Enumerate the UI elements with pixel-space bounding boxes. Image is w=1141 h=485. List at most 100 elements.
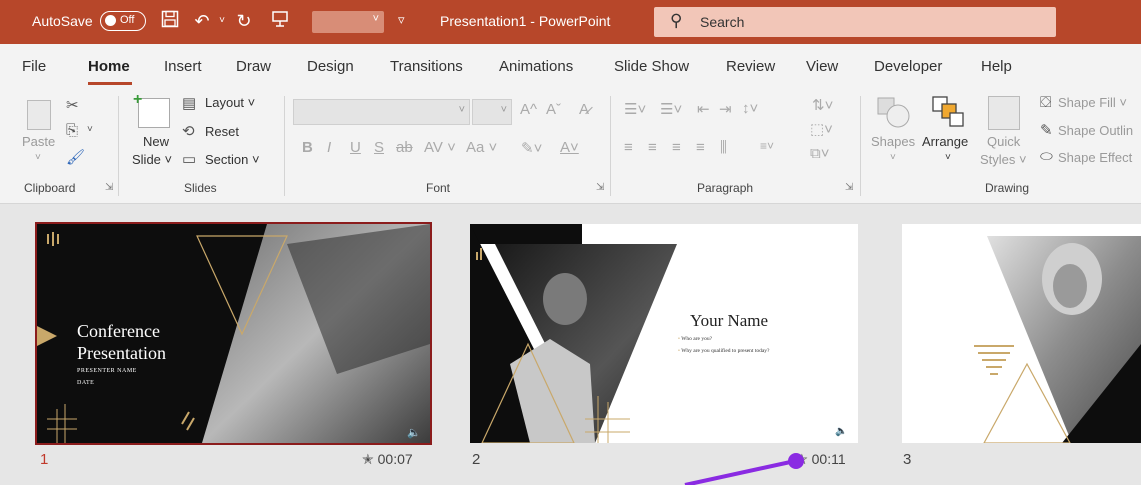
tab-help[interactable]: Help bbox=[981, 58, 1012, 75]
cut-icon[interactable]: ✂ bbox=[66, 96, 79, 114]
text-shadow-button[interactable]: S bbox=[374, 139, 384, 156]
ribbon-tabs: File Home Insert Draw Design Transitions… bbox=[0, 44, 1141, 88]
pen-icon: ✎ bbox=[1040, 122, 1053, 139]
slide-2-bullet-1: • Who are you? bbox=[678, 336, 712, 342]
toggle-state: Off bbox=[120, 14, 135, 26]
group-divider bbox=[860, 96, 861, 196]
shape-fill-label: Shape Fill ˅ bbox=[1058, 95, 1128, 110]
effects-icon: ⬭ bbox=[1040, 148, 1053, 165]
shrink-font-icon[interactable]: Aˇ bbox=[546, 101, 561, 118]
slide-thumbnail-1[interactable]: 🔈 Conference Presentation PRESENTER NAME… bbox=[35, 222, 432, 445]
chevron-down-icon: ˅ bbox=[500, 104, 507, 116]
align-left-icon[interactable]: ≡ bbox=[624, 139, 633, 156]
drawing-group-label: Drawing bbox=[985, 181, 1030, 195]
strikethrough-button[interactable]: ab bbox=[396, 139, 413, 156]
reset-label: Reset bbox=[205, 124, 239, 139]
smartart-icon[interactable]: ⧉˅ bbox=[810, 145, 829, 162]
bold-button[interactable]: B bbox=[302, 139, 313, 156]
clear-formatting-icon[interactable]: A̷ bbox=[579, 101, 589, 118]
tab-home[interactable]: Home bbox=[88, 58, 130, 75]
slide-1-presenter: PRESENTER NAME bbox=[77, 368, 137, 374]
shapes-icon bbox=[877, 97, 910, 128]
highlight-icon[interactable]: ✎˅ bbox=[521, 139, 542, 157]
tab-file[interactable]: File bbox=[22, 58, 46, 75]
group-divider bbox=[118, 96, 119, 196]
tab-developer[interactable]: Developer bbox=[874, 58, 942, 75]
arrange-label: Arrange bbox=[922, 134, 969, 149]
font-launcher-icon[interactable]: ⇲ bbox=[596, 182, 604, 193]
tab-transitions[interactable]: Transitions bbox=[390, 58, 463, 75]
tab-draw[interactable]: Draw bbox=[236, 58, 271, 75]
clipboard-launcher-icon[interactable]: ⇲ bbox=[105, 182, 113, 193]
slide-thumbnail-2[interactable]: 🔈 Your Name • Who are you? • Why are you… bbox=[470, 224, 858, 443]
align-right-icon[interactable]: ≡ bbox=[672, 139, 681, 156]
columns-icon[interactable]: ⫼ bbox=[720, 139, 727, 156]
shape-outline-label: Shape Outlin bbox=[1058, 123, 1134, 138]
shapes-label: Shapes bbox=[871, 134, 916, 149]
search-label: Search bbox=[700, 14, 745, 30]
tab-slide-show[interactable]: Slide Show bbox=[614, 58, 689, 75]
annotation-arrow bbox=[684, 453, 804, 485]
font-name-combo[interactable]: ˅ bbox=[293, 99, 470, 125]
slide-2-bullet-2-text: Why are you qualified to present today? bbox=[681, 348, 770, 354]
save-icon[interactable] bbox=[160, 10, 180, 32]
line-spacing-icon[interactable]: ↕˅ bbox=[742, 100, 758, 117]
copy-dropdown-icon[interactable]: ˅ bbox=[87, 124, 93, 135]
tab-view[interactable]: View bbox=[806, 58, 838, 75]
underline-button[interactable]: U bbox=[350, 139, 361, 156]
numbering-icon[interactable]: ☰˅ bbox=[660, 100, 682, 118]
tab-design[interactable]: Design bbox=[307, 58, 354, 75]
tab-insert[interactable]: Insert bbox=[164, 58, 202, 75]
autosave-toggle[interactable]: Off bbox=[100, 11, 146, 31]
copy-icon[interactable]: ⎘ bbox=[66, 122, 78, 139]
decrease-indent-icon[interactable]: ⇤ bbox=[697, 100, 710, 118]
increase-indent-icon[interactable]: ⇥ bbox=[719, 100, 732, 118]
bullet-icon: • bbox=[678, 348, 680, 354]
bullets-icon[interactable]: ☰˅ bbox=[624, 100, 646, 118]
chevron-down-icon: ˅ bbox=[890, 152, 896, 163]
search-icon: ⚲ bbox=[670, 11, 683, 30]
paragraph-launcher-icon[interactable]: ⇲ bbox=[845, 182, 853, 193]
ribbon: Paste ˅ ✂ ⎘ ˅ 🖌 Clipboard ⇲ + New Slide … bbox=[0, 88, 1141, 204]
character-spacing-button[interactable]: AV ˅ bbox=[424, 139, 456, 156]
slide-1-title-line-1: Conference bbox=[77, 321, 160, 341]
align-text-icon[interactable]: ⬚˅ bbox=[810, 120, 833, 138]
text-direction-icon[interactable]: ⇅˅ bbox=[812, 96, 833, 114]
tab-animations[interactable]: Animations bbox=[499, 58, 573, 75]
shape-effects-label: Shape Effect bbox=[1058, 150, 1133, 165]
redo-icon[interactable]: ↻ bbox=[234, 10, 254, 32]
customize-qat-icon[interactable]: ▿ bbox=[398, 12, 405, 28]
slide-2-bullet-2: • Why are you qualified to present today… bbox=[678, 348, 770, 354]
format-painter-icon[interactable]: 🖌 bbox=[66, 148, 85, 166]
document-title: Presentation1 - PowerPoint bbox=[440, 13, 611, 29]
section-label: Section ˅ bbox=[205, 152, 260, 167]
chevron-down-icon: ˅ bbox=[458, 104, 465, 116]
slide-3-artwork bbox=[974, 236, 1141, 443]
slide-number-1: 1 bbox=[40, 451, 49, 468]
columns-dropdown-icon[interactable]: ≡˅ bbox=[760, 139, 774, 153]
search-box[interactable]: ⚲ Search bbox=[654, 7, 1056, 37]
font-group-label: Font bbox=[426, 181, 451, 195]
clipboard-icon bbox=[27, 100, 51, 130]
quick-styles-icon bbox=[988, 96, 1020, 130]
font-size-combo[interactable]: ˅ bbox=[472, 99, 512, 125]
slide-1-time-value: 00:07 bbox=[377, 451, 413, 467]
change-case-button[interactable]: Aa ˅ bbox=[466, 139, 497, 156]
arrange-icon bbox=[932, 96, 964, 127]
font-color-icon[interactable]: A˅ bbox=[560, 139, 579, 156]
presentation-icon[interactable] bbox=[270, 10, 290, 32]
undo-dropdown-icon[interactable]: ˅ bbox=[212, 10, 232, 32]
align-center-icon[interactable]: ≡ bbox=[648, 139, 657, 156]
slide-sorter-pane: 🔈 Conference Presentation PRESENTER NAME… bbox=[0, 204, 1141, 485]
italic-button[interactable]: I bbox=[327, 139, 331, 156]
tab-review[interactable]: Review bbox=[726, 58, 775, 75]
undo-icon[interactable]: ↶ bbox=[192, 10, 212, 32]
paint-bucket-icon: ⛋ bbox=[1040, 94, 1052, 111]
slide-number-2: 2 bbox=[472, 451, 481, 468]
qat-combo-box[interactable]: ˅ bbox=[312, 11, 384, 33]
group-divider bbox=[284, 96, 285, 196]
section-icon: ▭ bbox=[182, 151, 197, 168]
justify-icon[interactable]: ≡ bbox=[696, 139, 705, 156]
grow-font-icon[interactable]: A^ bbox=[520, 101, 537, 118]
slide-thumbnail-3[interactable] bbox=[902, 224, 1141, 443]
